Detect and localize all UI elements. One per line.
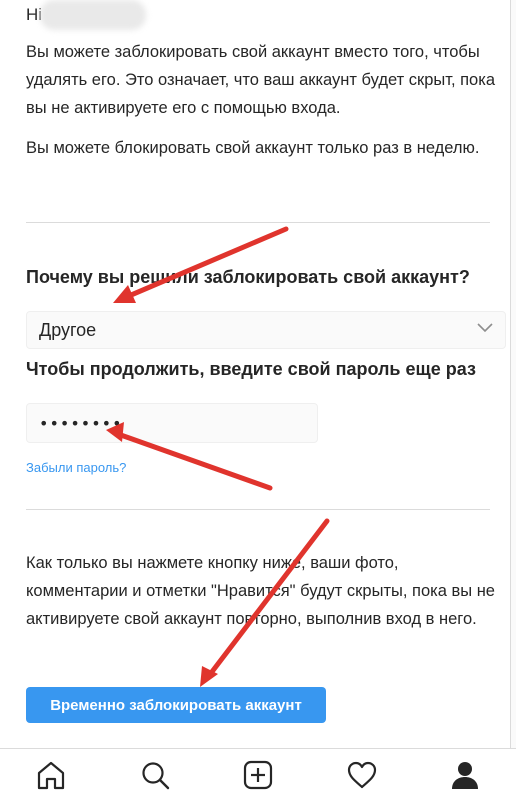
chevron-down-icon [477,323,493,333]
bottom-nav [0,748,516,800]
new-post-icon[interactable] [242,759,274,791]
temporarily-disable-button[interactable]: Временно заблокировать аккаунт [26,687,326,723]
password-label: Чтобы продолжить, введите свой пароль ещ… [26,359,476,379]
reason-select[interactable]: Другое [26,311,506,349]
intro-text: Вы можете заблокировать свой аккаунт вме… [26,43,495,117]
home-icon[interactable] [35,759,67,791]
once-per-week-text: Вы можете блокировать свой аккаунт тольк… [26,139,480,157]
reason-select-value: Другое [39,320,97,340]
search-icon[interactable] [139,759,171,791]
password-field[interactable] [26,403,318,443]
notice-text: Как только вы нажмете кнопку ниже, ваши … [26,554,495,628]
profile-icon[interactable] [449,759,481,791]
disable-account-card: Hi Вы можете заблокировать свой аккаунт … [0,0,511,748]
reason-label: Почему вы решили заблокировать свой акка… [26,267,470,287]
blurred-username [40,0,146,30]
divider-top [26,222,490,223]
heart-icon[interactable] [346,759,378,791]
forgot-password-link[interactable]: Забыли пароль? [26,460,126,475]
divider-bottom [26,509,490,510]
